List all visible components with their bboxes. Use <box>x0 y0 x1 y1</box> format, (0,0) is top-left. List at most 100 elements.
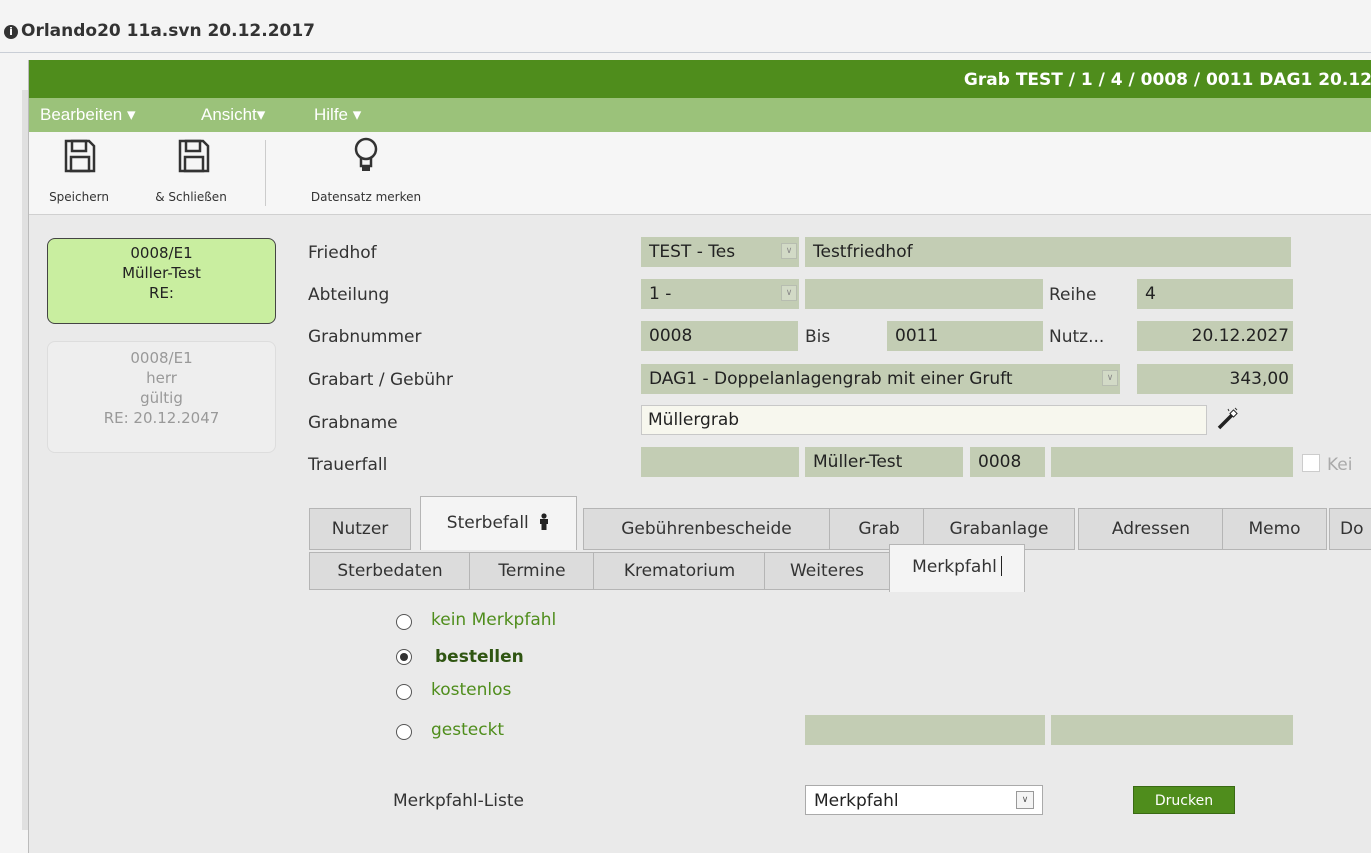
nutz-field[interactable]: 20.12.2027 <box>1137 321 1293 351</box>
tab-dokumente[interactable]: Do <box>1329 508 1371 550</box>
lightbulb-icon <box>354 137 378 171</box>
trauerfall-nr-field: 0008 <box>970 447 1045 477</box>
radio-bestellen[interactable] <box>396 649 412 665</box>
radio-gesteckt[interactable] <box>396 724 412 740</box>
nutz-label: Nutz... <box>1049 327 1105 347</box>
menu-label: Hilfe <box>314 105 349 124</box>
tab-memo[interactable]: Memo <box>1222 508 1327 550</box>
friedhof-label: Friedhof <box>308 243 377 263</box>
record-card[interactable]: 0008/E1 herr gültig RE: 20.12.2047 <box>47 341 276 453</box>
toolbar: Speichern & Schließen Datensatz merken <box>29 132 1371 215</box>
tab-label: Gebührenbescheide <box>621 519 792 539</box>
tab-adressen[interactable]: Adressen <box>1078 508 1224 550</box>
text-cursor <box>1000 556 1002 576</box>
abteilung-label: Abteilung <box>308 285 390 305</box>
friedhof-select[interactable]: TEST - Tes ∨ <box>641 237 799 267</box>
subtab-label: Weiteres <box>789 561 865 581</box>
subtab-weiteres[interactable]: Weiteres <box>764 552 890 590</box>
bis-label: Bis <box>805 327 831 347</box>
save-close-button[interactable]: & Schließen <box>141 132 241 214</box>
print-button[interactable]: Drucken <box>1133 786 1235 814</box>
app-info-title: Orlando20 11a.svn 20.12.2017 <box>21 21 316 41</box>
radio-label: kostenlos <box>431 680 512 700</box>
subtab-label: Termine <box>498 561 566 581</box>
tab-label: Nutzer <box>331 519 389 539</box>
grabart-select[interactable]: DAG1 - Doppelanlagengrab mit einer Gruft… <box>641 364 1120 394</box>
card-line: Müller-Test <box>122 264 201 282</box>
reihe-value: 4 <box>1145 284 1156 304</box>
subtab-merkpfahl[interactable]: Merkpfahl <box>889 544 1025 592</box>
friedhof-name: Testfriedhof <box>813 242 913 262</box>
gebuehr-value: 343,00 <box>1229 369 1289 389</box>
abteilung-select[interactable]: 1 - ∨ <box>641 279 799 309</box>
tab-gebuehrenbescheide[interactable]: Gebührenbescheide <box>583 508 830 550</box>
caret-down-icon: ▾ <box>256 105 266 124</box>
tab-label: Memo <box>1248 519 1301 539</box>
subtab-sterbedaten[interactable]: Sterbedaten <box>309 552 471 590</box>
merkpfahl-liste-select[interactable]: Merkpfahl ∨ <box>805 785 1043 815</box>
radio-label: kein Merkpfahl <box>431 610 557 630</box>
tab-sterbefall[interactable]: Sterbefall <box>420 496 577 550</box>
magic-wand-icon[interactable] <box>1215 407 1239 431</box>
tab-label: Grab <box>858 519 900 539</box>
gesteckt-field-1 <box>805 715 1045 745</box>
grabart-label: Grabart / Gebühr <box>308 370 453 390</box>
app-header: i Orlando20 11a.svn 20.12.2017 <box>0 0 1371 53</box>
save-close-label: & Schließen <box>155 190 227 204</box>
grabnummer-label: Grabnummer <box>308 327 422 347</box>
tab-label: Grabanlage <box>949 519 1049 539</box>
trauerfall-extra-field <box>1051 447 1293 477</box>
menu-label: Bearbeiten <box>40 105 123 124</box>
floppy-disk-icon <box>178 139 210 173</box>
friedhof-name-field: Testfriedhof <box>805 237 1291 267</box>
friedhof-code: TEST - Tes <box>649 242 736 262</box>
card-line: gültig <box>140 389 183 407</box>
tab-label: Sterbefall <box>446 513 529 533</box>
reihe-field: 4 <box>1137 279 1293 309</box>
radio-label: gesteckt <box>431 720 505 740</box>
menu-bar: Bearbeiten ▾ Ansicht▾ Hilfe ▾ <box>29 98 1371 132</box>
grave-record-window: Grab TEST / 1 / 4 / 0008 / 0011 DAG1 20.… <box>28 60 1371 853</box>
subtab-krematorium[interactable]: Krematorium <box>593 552 766 590</box>
reihe-label: Reihe <box>1049 285 1097 305</box>
chevron-down-icon: ∨ <box>781 243 797 259</box>
caret-down-icon: ▾ <box>126 105 136 124</box>
remember-record-label: Datensatz merken <box>310 190 422 204</box>
subtab-label: Sterbedaten <box>337 561 443 581</box>
card-line: 0008/E1 <box>130 349 193 367</box>
merkpfahl-liste-value: Merkpfahl <box>814 791 899 811</box>
grabname-input[interactable]: Müllergrab <box>641 405 1207 435</box>
record-card-active[interactable]: 0008/E1 Müller-Test RE: <box>47 238 276 324</box>
nutz-value: 20.12.2027 <box>1191 326 1289 346</box>
menu-label: Ansicht <box>201 105 257 124</box>
grabname-label: Grabname <box>308 413 398 433</box>
kein-checkbox[interactable] <box>1302 454 1320 472</box>
radio-label: bestellen <box>435 647 524 667</box>
subtab-label: Merkpfahl <box>912 557 997 577</box>
kein-label: Kei <box>1327 455 1353 475</box>
tab-label: Do <box>1340 519 1364 539</box>
tab-nutzer[interactable]: Nutzer <box>309 508 411 550</box>
chevron-down-icon: ∨ <box>781 285 797 301</box>
radio-kein-merkpfahl[interactable] <box>396 614 412 630</box>
app-info: i Orlando20 11a.svn 20.12.2017 <box>4 21 315 41</box>
grabnummer-value: 0008 <box>649 326 693 346</box>
card-line: 0008/E1 <box>130 244 193 262</box>
merkpfahl-liste-label: Merkpfahl-Liste <box>393 791 524 811</box>
radio-kostenlos[interactable] <box>396 684 412 700</box>
menu-bearbeiten[interactable]: Bearbeiten ▾ <box>40 105 136 125</box>
window-title: Grab TEST / 1 / 4 / 0008 / 0011 DAG1 20.… <box>963 70 1371 90</box>
remember-record-button[interactable]: Datensatz merken <box>281 132 451 214</box>
trauerfall-field-1 <box>641 447 799 477</box>
save-button[interactable]: Speichern <box>39 132 119 214</box>
card-line: RE: 20.12.2047 <box>103 409 220 427</box>
caret-down-icon: ▾ <box>352 105 362 124</box>
menu-ansicht[interactable]: Ansicht▾ <box>201 105 265 125</box>
grabnummer-field[interactable]: 0008 <box>641 321 798 351</box>
card-line: herr <box>146 369 177 387</box>
menu-hilfe[interactable]: Hilfe ▾ <box>314 105 361 125</box>
tab-label: Adressen <box>1111 519 1191 539</box>
gebuehr-field: 343,00 <box>1137 364 1293 394</box>
bis-field[interactable]: 0011 <box>887 321 1043 351</box>
subtab-termine[interactable]: Termine <box>469 552 595 590</box>
